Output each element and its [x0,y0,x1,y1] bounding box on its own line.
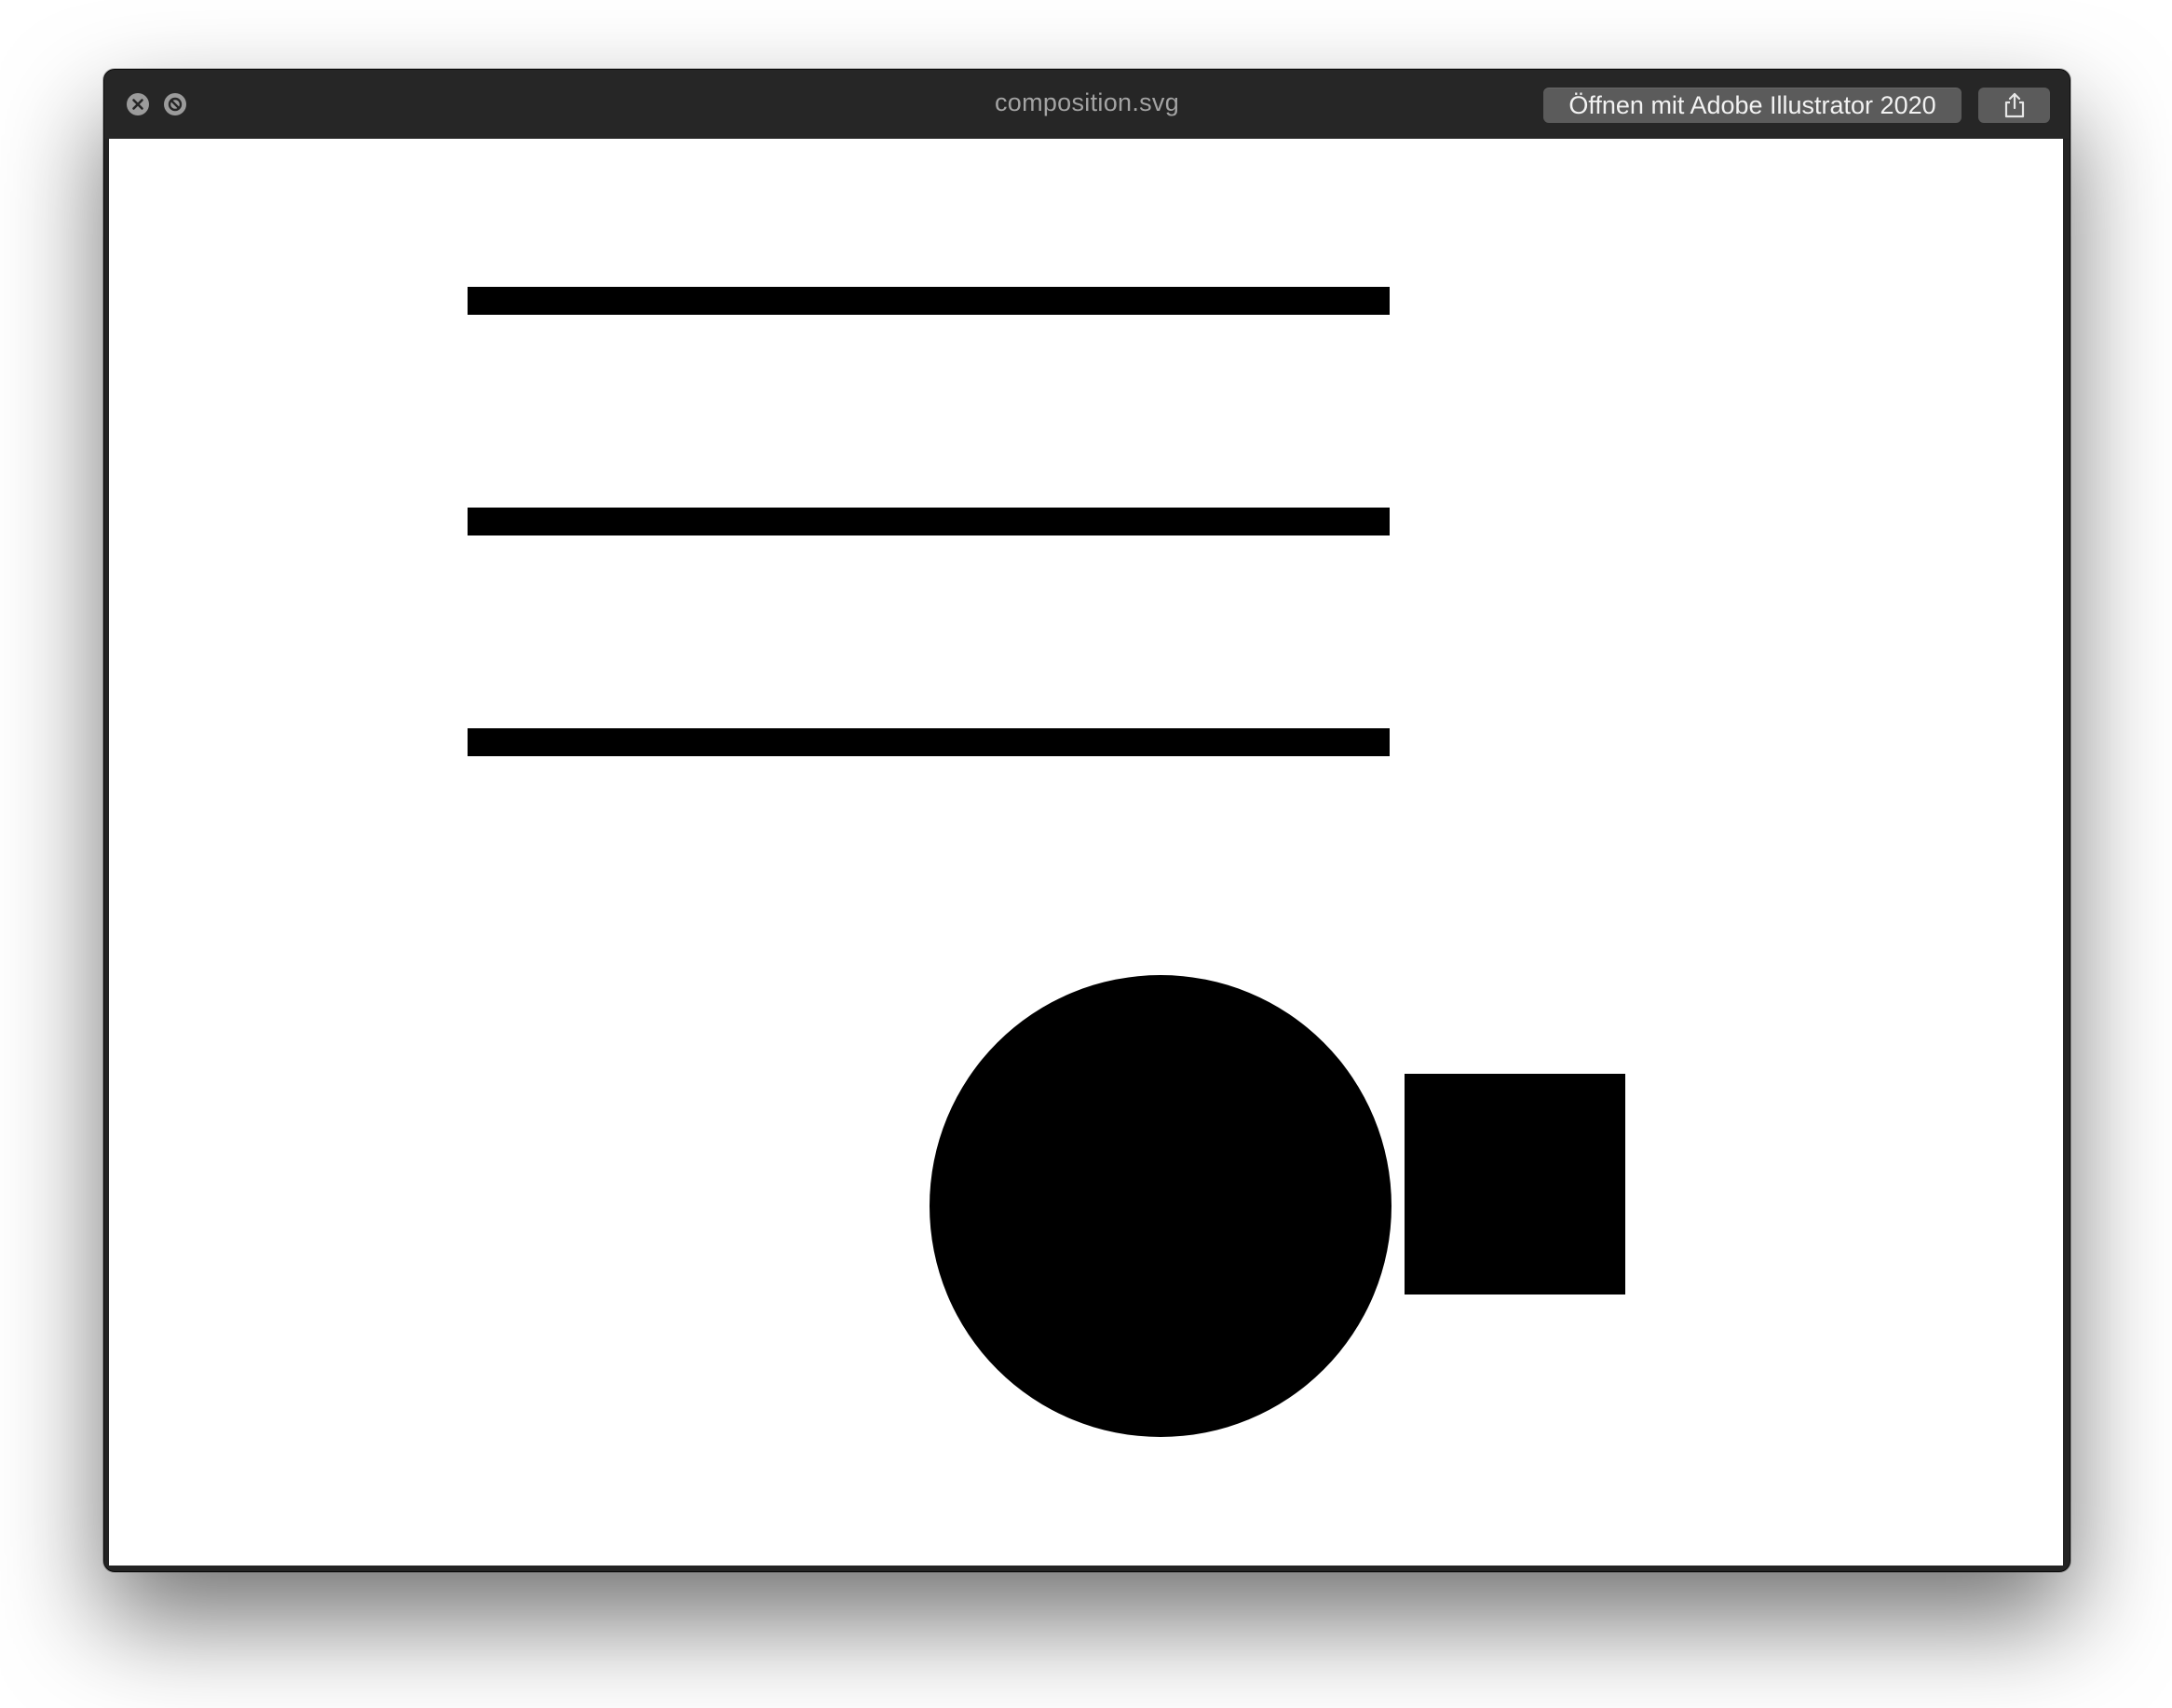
composition-artwork [468,287,1625,1437]
share-button[interactable] [1978,88,2050,123]
svg-preview-canvas [109,139,2063,1566]
horizontal-bar-1 [468,287,1390,315]
share-icon [2004,92,2025,118]
open-with-illustrator-button[interactable]: Öffnen mit Adobe Illustrator 2020 [1543,88,1962,123]
title-bar[interactable]: composition.svg Öffnen mit Adobe Illustr… [104,70,2070,139]
quicklook-window: composition.svg Öffnen mit Adobe Illustr… [103,69,2070,1572]
square-shape [1405,1074,1625,1295]
horizontal-bar-3 [468,728,1390,756]
circle-shape [930,975,1391,1437]
horizontal-bar-2 [468,508,1390,535]
desktop: composition.svg Öffnen mit Adobe Illustr… [0,0,2172,1708]
